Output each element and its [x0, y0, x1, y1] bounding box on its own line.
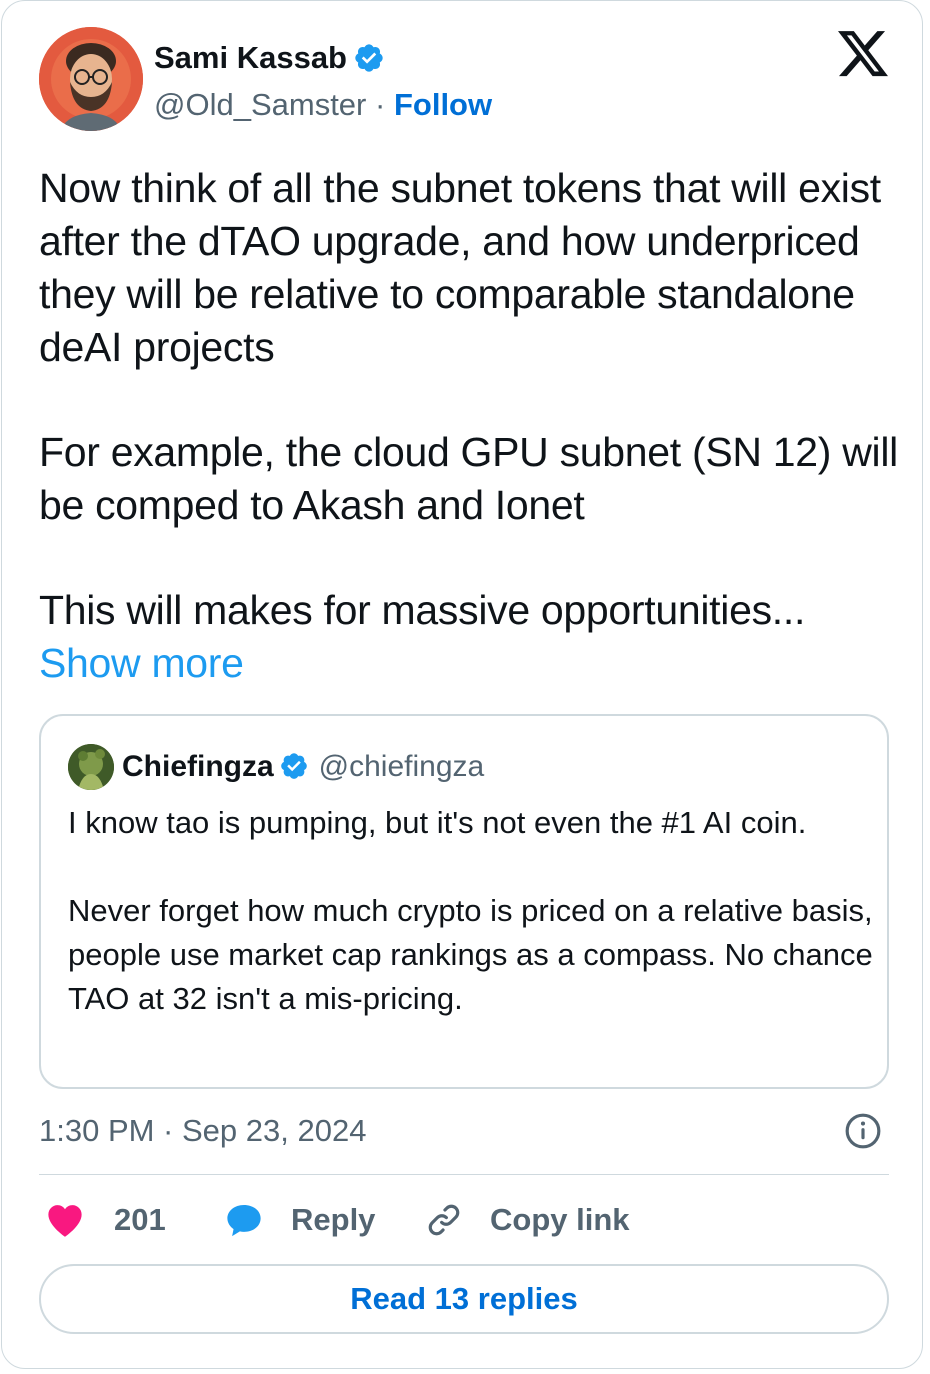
heart-icon — [48, 1205, 82, 1237]
quote-author-avatar — [68, 744, 114, 790]
author-name[interactable]: Sami Kassab — [154, 39, 385, 77]
tweet-paragraph: This will makes for massive opportunitie… — [39, 584, 899, 690]
follow-button[interactable]: Follow — [394, 87, 492, 122]
info-icon[interactable] — [844, 1112, 882, 1150]
reply-bubble-icon — [227, 1204, 261, 1237]
author-name-text[interactable]: Sami Kassab — [154, 40, 347, 75]
read-replies-button[interactable]: Read 13 replies — [39, 1264, 889, 1334]
tweet-card: Sami Kassab @Old_Samster · Follow Now th… — [1, 0, 923, 1369]
copy-link-label: Copy link — [490, 1202, 630, 1237]
quoted-tweet[interactable]: Chiefingza @chiefingza I know tao is pump… — [39, 714, 889, 1089]
reply-button[interactable]: Reply — [224, 1197, 375, 1243]
author-handle[interactable]: @Old_Samster — [154, 87, 366, 122]
like-button[interactable]: 201 — [46, 1197, 166, 1243]
copy-link-button[interactable]: Copy link — [425, 1197, 630, 1243]
quote-author: Chiefingza @chiefingza — [122, 747, 484, 787]
verified-badge-icon — [355, 44, 383, 72]
author-avatar[interactable] — [39, 27, 143, 131]
quote-paragraph: Never forget how much crypto is priced o… — [68, 893, 873, 1016]
verified-badge-icon — [280, 753, 307, 779]
author-handle-row: @Old_Samster · Follow — [154, 85, 492, 125]
handle-separator: · — [375, 87, 386, 122]
show-more-link[interactable]: Show more — [39, 640, 244, 686]
tweet-paragraph-text: This will makes for massive opportunitie… — [39, 587, 806, 633]
quote-author-handle: @chiefingza — [318, 750, 485, 783]
tweet-paragraph: Now think of all the subnet tokens that … — [39, 165, 881, 370]
divider — [39, 1174, 889, 1175]
tweet-paragraph: For example, the cloud GPU subnet (SN 12… — [39, 429, 898, 528]
x-logo-icon[interactable] — [838, 31, 888, 77]
quote-text: I know tao is pumping, but it's not even… — [68, 801, 873, 1021]
reply-label: Reply — [291, 1202, 376, 1237]
quote-author-name: Chiefingza — [122, 750, 274, 783]
link-icon — [428, 1204, 460, 1236]
tweet-text: Now think of all the subnet tokens that … — [39, 162, 899, 690]
tweet-timestamp[interactable]: 1:30 PM · Sep 23, 2024 — [39, 1111, 366, 1151]
quote-paragraph: I know tao is pumping, but it's not even… — [68, 805, 807, 840]
like-count: 201 — [114, 1202, 166, 1237]
read-replies-label: Read 13 replies — [350, 1281, 578, 1316]
